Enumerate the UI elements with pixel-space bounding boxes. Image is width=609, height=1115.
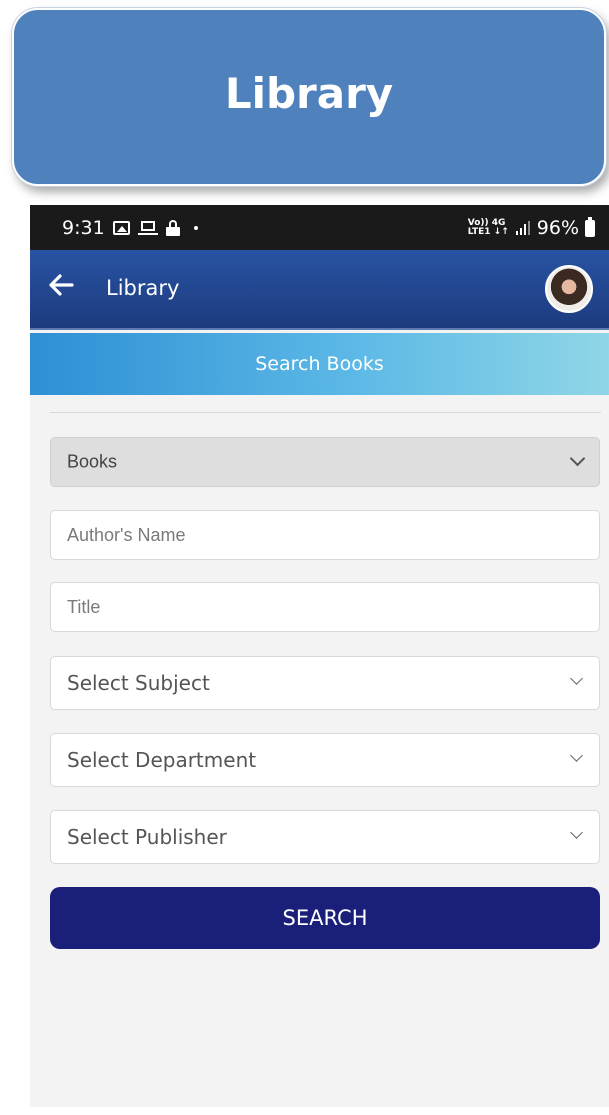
book-type-select[interactable]: Books	[50, 437, 600, 487]
network-bottom: LTE1 ↓↑	[467, 227, 509, 237]
network-indicator: Vo)) 4G LTE1 ↓↑	[468, 219, 509, 237]
subject-select-value: Select Subject	[67, 671, 210, 695]
back-arrow-icon[interactable]	[48, 272, 74, 298]
status-time: 9:31	[62, 217, 105, 239]
laptop-icon	[137, 221, 158, 235]
app-bar: Library	[30, 250, 609, 330]
department-select[interactable]: Select Department	[50, 733, 600, 787]
subject-select[interactable]: Select Subject	[50, 656, 600, 710]
battery-percent: 96%	[536, 217, 579, 239]
divider	[50, 412, 601, 413]
chevron-down-icon	[571, 751, 583, 763]
book-type-value: Books	[67, 451, 118, 472]
section-header: Search Books	[30, 333, 609, 395]
author-name-field[interactable]	[50, 510, 600, 560]
gallery-icon	[112, 221, 130, 235]
status-left: 9:31	[62, 217, 198, 239]
title-field[interactable]	[50, 582, 600, 632]
status-bar: 9:31 Vo)) 4G LTE1 ↓↑ 96%	[30, 205, 609, 250]
battery-icon	[585, 216, 595, 237]
status-right: Vo)) 4G LTE1 ↓↑ 96%	[468, 216, 595, 239]
title-input[interactable]	[51, 583, 599, 631]
chevron-down-icon	[571, 828, 583, 840]
notification-dot-icon	[193, 226, 198, 230]
author-name-input[interactable]	[51, 511, 599, 559]
signal-icon	[515, 221, 531, 235]
chevron-down-icon	[571, 674, 583, 686]
avatar[interactable]	[545, 265, 593, 313]
publisher-select-value: Select Publisher	[67, 825, 227, 849]
chevron-down-icon	[571, 453, 583, 465]
banner-title: Library	[224, 68, 394, 118]
header-banner: Library	[12, 8, 606, 186]
section-title: Search Books	[255, 353, 384, 375]
phone-screen: 9:31 Vo)) 4G LTE1 ↓↑ 96% Library Search …	[30, 205, 609, 1107]
department-select-value: Select Department	[67, 748, 257, 772]
publisher-select[interactable]: Select Publisher	[50, 810, 600, 864]
lock-icon	[165, 220, 180, 236]
search-button[interactable]: SEARCH	[50, 887, 600, 949]
app-bar-title: Library	[106, 276, 180, 300]
